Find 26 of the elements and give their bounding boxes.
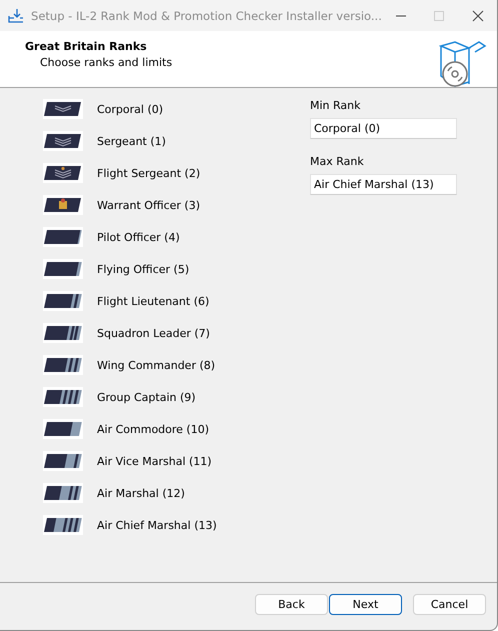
back-button[interactable]: Back xyxy=(255,594,328,615)
field-label: Min Rank xyxy=(310,99,362,112)
rank-label: Air Vice Marshal (11) xyxy=(97,454,212,468)
close-icon[interactable] xyxy=(472,10,484,22)
rank-label: Air Chief Marshal (13) xyxy=(97,518,217,532)
rank-label: Flying Officer (5) xyxy=(97,262,190,276)
rank-label: Air Commodore (10) xyxy=(97,422,210,436)
rank-field[interactable]: Corporal (0) xyxy=(310,118,457,139)
rank-label: Pilot Officer (4) xyxy=(97,230,180,244)
rank-field[interactable]: Air Chief Marshal (13) xyxy=(310,174,457,195)
rank-label: Corporal (0) xyxy=(97,102,164,116)
next-button[interactable]: Next xyxy=(329,594,402,615)
rank-label: Flight Lieutenant (6) xyxy=(97,294,210,308)
rank-label: Group Captain (9) xyxy=(97,390,196,404)
rank-label: Squadron Leader (7) xyxy=(97,326,210,340)
rank-label: Sergeant (1) xyxy=(97,134,166,148)
page-subtitle: Choose ranks and limits xyxy=(39,56,174,69)
page-title: Great Britain Ranks xyxy=(25,40,148,53)
field-label: Max Rank xyxy=(310,155,365,168)
rank-label: Flight Sergeant (2) xyxy=(97,166,200,180)
rank-label: Wing Commander (8) xyxy=(97,358,216,372)
window-title: Setup - IL-2 Rank Mod & Promotion Checker Installer versio... xyxy=(31,8,382,22)
installer-icon xyxy=(8,8,24,24)
rank-label: Warrant Officer (3) xyxy=(97,198,200,212)
rank-label: Air Marshal (12) xyxy=(97,486,185,500)
cancel-button[interactable]: Cancel xyxy=(413,594,486,615)
